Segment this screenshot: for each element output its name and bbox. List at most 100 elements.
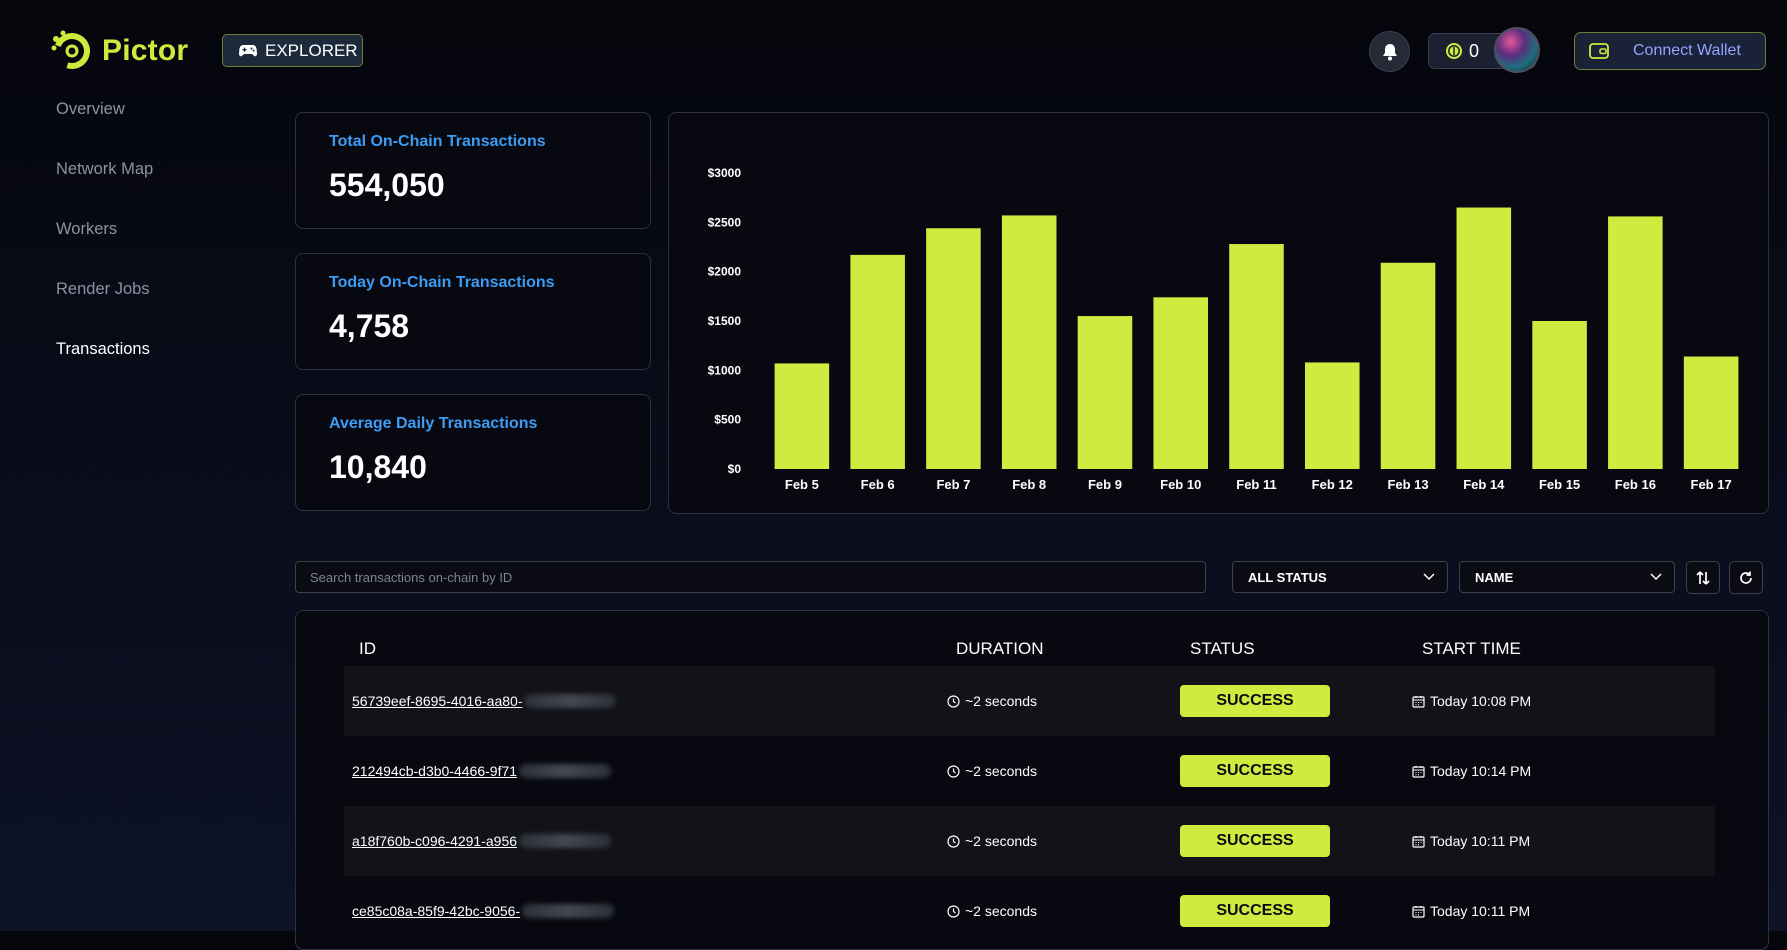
start-time-value: Today 10:08 PM	[1430, 693, 1532, 709]
table-row[interactable]: ce85c08a-85f9-42bc-9056- ~2 seconds SUCC…	[344, 876, 1715, 946]
user-avatar[interactable]	[1494, 27, 1540, 73]
x-tick-label: Feb 8	[1012, 477, 1046, 492]
search-input[interactable]	[295, 561, 1206, 593]
chart-bar[interactable]	[774, 363, 830, 469]
chart-bar[interactable]	[1456, 207, 1512, 469]
redacted-text	[524, 694, 617, 708]
chart-bar[interactable]	[1380, 262, 1436, 469]
table-row[interactable]: 212494cb-d3b0-4466-9f71 ~2 seconds SUCCE…	[344, 736, 1715, 806]
sidebar-nav: Overview Network Map Workers Render Jobs…	[56, 100, 256, 400]
connect-wallet-button[interactable]: Connect Wallet	[1574, 32, 1766, 70]
chart-bar[interactable]	[1608, 216, 1663, 469]
x-tick-label: Feb 12	[1312, 477, 1353, 492]
x-tick-label: Feb 7	[936, 477, 970, 492]
redacted-text	[519, 834, 612, 848]
start-time-value: Today 10:14 PM	[1430, 763, 1532, 779]
transactions-table: ID DURATION STATUS START TIME 56739eef-8…	[295, 610, 1769, 950]
duration-value: ~2 seconds	[965, 763, 1037, 779]
duration-value: ~2 seconds	[965, 903, 1037, 919]
duration-value: ~2 seconds	[965, 833, 1037, 849]
transaction-id-link[interactable]: ce85c08a-85f9-42bc-9056-	[352, 903, 520, 919]
stat-title: Total On-Chain Transactions	[329, 133, 546, 150]
start-time-value: Today 10:11 PM	[1430, 833, 1531, 849]
y-tick-label: $2500	[708, 215, 742, 229]
sidebar-item-render-jobs[interactable]: Render Jobs	[56, 280, 256, 340]
brand-logo[interactable]: Pictor	[50, 29, 188, 73]
clock-icon	[947, 834, 960, 848]
table-row[interactable]: 56739eef-8695-4016-aa80- ~2 seconds SUCC…	[344, 666, 1715, 736]
chart-bar[interactable]	[850, 254, 905, 469]
stat-title: Average Daily Transactions	[329, 415, 538, 432]
transaction-id-link[interactable]: 56739eef-8695-4016-aa80-	[352, 693, 522, 709]
clock-icon	[947, 764, 960, 778]
x-tick-label: Feb 15	[1539, 477, 1580, 492]
redacted-text	[522, 904, 615, 918]
bar-chart: $0 $500 $1000 $1500 $2000 $2500 $3000 Feb 5 Feb …	[708, 166, 1739, 492]
bell-icon	[1382, 43, 1397, 60]
status-filter-select[interactable]: ALL STATUS	[1232, 561, 1448, 593]
brand-name: Pictor	[102, 34, 189, 67]
x-tick-label: Feb 16	[1615, 477, 1656, 492]
connect-wallet-label: Connect Wallet	[1633, 42, 1741, 59]
status-badge: SUCCESS	[1180, 825, 1330, 857]
chart-bar[interactable]	[1683, 356, 1739, 469]
stat-value: 4,758	[329, 308, 410, 344]
stat-card-today: Today On-Chain Transactions 4,758	[295, 253, 651, 370]
x-tick-label: Feb 13	[1387, 477, 1428, 492]
chart-bar[interactable]	[1001, 215, 1057, 469]
x-tick-label: Feb 9	[1088, 477, 1122, 492]
sidebar-item-overview[interactable]: Overview	[56, 100, 256, 160]
sidebar-item-network-map[interactable]: Network Map	[56, 160, 256, 220]
y-tick-label: $500	[714, 413, 741, 427]
x-tick-label: Feb 6	[861, 477, 895, 492]
y-tick-label: $0	[728, 462, 742, 476]
coin-icon	[1446, 43, 1462, 59]
swap-vertical-icon	[1696, 570, 1710, 585]
chart-bar[interactable]	[1077, 316, 1133, 469]
y-tick-label: $1500	[708, 314, 742, 328]
refresh-button[interactable]	[1729, 561, 1763, 594]
gamepad-icon	[239, 44, 257, 56]
sort-select[interactable]: NAME	[1459, 561, 1675, 593]
column-header-status[interactable]: STATUS	[1190, 639, 1255, 659]
sort-value: NAME	[1475, 569, 1514, 585]
redacted-text	[519, 764, 612, 778]
x-tick-label: Feb 10	[1160, 477, 1201, 492]
status-badge: SUCCESS	[1180, 755, 1330, 787]
clock-icon	[947, 694, 960, 708]
chevron-down-icon	[1650, 573, 1662, 581]
clock-icon	[947, 904, 960, 918]
balance-value: 0	[1469, 40, 1480, 61]
pictor-logo-icon	[51, 30, 90, 69]
column-header-start-time[interactable]: START TIME	[1422, 639, 1521, 659]
refresh-icon	[1740, 571, 1752, 584]
table-row[interactable]: a18f760b-c096-4291-a956 ~2 seconds SUCCE…	[344, 806, 1715, 876]
chart-bar[interactable]	[1153, 297, 1209, 469]
chart-bar[interactable]	[1229, 244, 1284, 469]
chevron-down-icon	[1423, 573, 1435, 581]
chart-bar[interactable]	[1532, 321, 1587, 469]
wallet-icon	[1589, 43, 1609, 59]
x-tick-label: Feb 11	[1236, 477, 1276, 492]
sidebar-item-workers[interactable]: Workers	[56, 220, 256, 280]
notifications-button[interactable]	[1369, 31, 1410, 72]
column-header-id[interactable]: ID	[359, 639, 376, 659]
explorer-label: EXPLORER	[265, 40, 358, 60]
calendar-icon	[1412, 695, 1425, 708]
status-filter-value: ALL STATUS	[1248, 569, 1327, 585]
explorer-button[interactable]: EXPLORER	[222, 34, 363, 67]
status-badge: SUCCESS	[1180, 685, 1330, 717]
stat-card-total: Total On-Chain Transactions 554,050	[295, 112, 651, 229]
transaction-id-link[interactable]: a18f760b-c096-4291-a956	[352, 833, 517, 849]
status-badge: SUCCESS	[1180, 895, 1330, 927]
y-tick-label: $1000	[708, 363, 742, 377]
sidebar-item-transactions[interactable]: Transactions	[56, 340, 256, 400]
x-tick-label: Feb 5	[785, 477, 819, 492]
transactions-chart: $0 $500 $1000 $1500 $2000 $2500 $3000 Feb 5 Feb …	[668, 112, 1769, 514]
sort-order-button[interactable]	[1686, 561, 1720, 594]
column-header-duration[interactable]: DURATION	[956, 639, 1044, 659]
chart-bar[interactable]	[1304, 362, 1360, 469]
calendar-icon	[1412, 905, 1425, 918]
transaction-id-link[interactable]: 212494cb-d3b0-4466-9f71	[352, 763, 517, 779]
chart-bar[interactable]	[926, 228, 981, 469]
